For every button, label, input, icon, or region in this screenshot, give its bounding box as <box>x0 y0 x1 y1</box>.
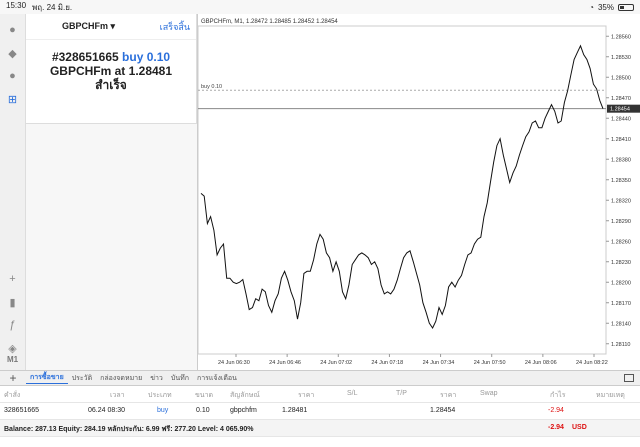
price-chart[interactable]: GBPCHFm, M1, 1.28472 1.28485 1.28452 1.2… <box>197 14 640 370</box>
y-tick-label: 1.28380 <box>611 157 631 163</box>
account-icon[interactable]: ● <box>6 23 20 37</box>
left-toolbar: ● ◆ ● ⊞ + ▮ ƒ ◈ M1 <box>0 14 26 370</box>
new-order-icon[interactable]: ⊞ <box>6 92 20 106</box>
plot-area <box>198 25 607 355</box>
tab-alerts[interactable]: การแจ้งเตือน <box>193 373 241 384</box>
maximize-icon[interactable] <box>624 374 634 382</box>
table-row[interactable]: 328651665 06.24 08:30 buy 0.10 gbpchfm 1… <box>0 403 640 420</box>
current-price-label: 1.28454 <box>610 107 630 113</box>
y-tick-label: 1.28290 <box>611 219 631 225</box>
chart-header: GBPCHFm, M1, 1.28472 1.28485 1.28452 1.2… <box>201 19 338 25</box>
status-date: พฤ. 24 มิ.ย. <box>32 2 73 12</box>
y-tick-label: 1.28140 <box>611 321 631 327</box>
symbol-selector[interactable]: GBPCHFm ▾ <box>62 21 115 32</box>
ticket-number: #328651665 <box>51 50 119 64</box>
y-tick-label: 1.28110 <box>611 342 630 348</box>
x-tick-label: 24 Jun 08:22 <box>576 360 608 366</box>
balance-summary: Balance: 287.13 Equity: 284.19 หลักประกั… <box>4 426 254 433</box>
objects-icon[interactable]: ◈ <box>6 341 20 355</box>
y-tick-label: 1.28320 <box>611 198 631 204</box>
order-status: สำเร็จ <box>95 78 127 92</box>
chart-svg: GBPCHFm, M1, 1.28472 1.28485 1.28452 1.2… <box>198 19 640 366</box>
balance-row: Balance: 287.13 Equity: 284.19 หลักประกั… <box>0 420 640 437</box>
total-profit: -2.94 <box>548 424 564 431</box>
order-result-panel: GBPCHFm ▾ เสร็จสิ้น #328651665 buy 0.10 … <box>26 14 197 124</box>
tab-mailbox[interactable]: กล่องจดหมาย <box>96 373 146 384</box>
y-tick-label: 1.28230 <box>611 260 631 266</box>
tab-journal[interactable]: บันทึก <box>167 373 193 384</box>
add-icon[interactable]: + <box>0 371 26 385</box>
tab-history[interactable]: ประวัติ <box>68 373 96 384</box>
x-tick-label: 24 Jun 07:34 <box>423 360 455 366</box>
x-tick-label: 24 Jun 06:30 <box>218 360 250 366</box>
y-tick-label: 1.28350 <box>611 178 631 184</box>
trade-table: คำสั่ง เวลา ประเภท ขนาด สัญลักษณ์ ราคา S… <box>0 386 640 447</box>
timeframe-label[interactable]: M1 <box>7 355 18 364</box>
battery-icon <box>618 3 634 11</box>
y-tick-label: 1.28500 <box>611 75 631 81</box>
x-tick-label: 24 Jun 08:06 <box>525 360 557 366</box>
status-bar: 15:30 พฤ. 24 มิ.ย. ◔ 35% <box>0 0 640 14</box>
price-series-line <box>200 44 604 330</box>
x-tick-label: 24 Jun 07:50 <box>474 360 506 366</box>
x-tick-label: 24 Jun 07:02 <box>320 360 352 366</box>
indicators-icon[interactable]: ▮ <box>6 295 20 309</box>
y-tick-label: 1.28260 <box>611 239 631 245</box>
terminal-tabs: + การซื้อขาย ประวัติ กล่องจดหมาย ข่าว บั… <box>0 370 640 386</box>
order-action: buy 0.10 <box>122 50 171 64</box>
done-button[interactable]: เสร็จสิ้น <box>160 20 190 34</box>
buy-level-label: buy 0.10 <box>201 84 222 90</box>
y-tick-label: 1.28560 <box>611 34 631 40</box>
y-tick-label: 1.28200 <box>611 280 631 286</box>
status-time: 15:30 <box>6 0 27 10</box>
x-tick-label: 24 Jun 07:18 <box>371 360 403 366</box>
wifi-icon: ◔ <box>589 2 594 12</box>
y-tick-label: 1.28470 <box>611 96 631 102</box>
y-tick-label: 1.28170 <box>611 301 631 307</box>
y-tick-label: 1.28440 <box>611 116 631 122</box>
battery-percent: 35% <box>597 2 614 12</box>
tab-trade[interactable]: การซื้อขาย <box>26 372 68 384</box>
crosshair-icon[interactable]: + <box>6 272 20 286</box>
order-price: 1.28481 <box>128 64 173 78</box>
signal-icon[interactable]: ◆ <box>6 46 20 60</box>
y-tick-label: 1.28410 <box>611 137 631 143</box>
table-header: คำสั่ง เวลา ประเภท ขนาด สัญลักษณ์ ราคา S… <box>0 386 640 403</box>
x-tick-label: 24 Jun 06:46 <box>269 360 301 366</box>
tab-news[interactable]: ข่าว <box>146 373 167 384</box>
order-ticket-line: #328651665 buy 0.10 <box>26 50 196 64</box>
order-price-line: GBPCHFm at 1.28481 <box>49 64 173 78</box>
function-icon[interactable]: ƒ <box>6 318 20 332</box>
y-tick-label: 1.28530 <box>611 55 631 61</box>
currency-label: USD <box>572 424 587 431</box>
chat-icon[interactable]: ● <box>6 69 20 83</box>
